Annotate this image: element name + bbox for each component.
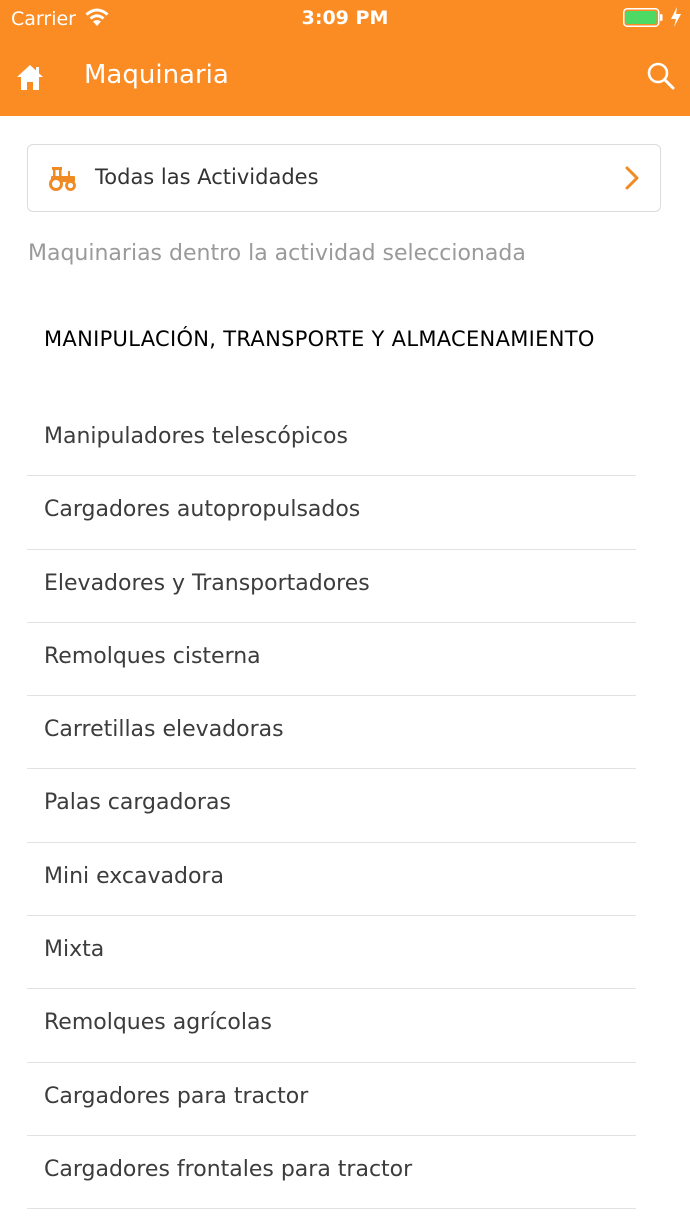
list-item-label: Cargadores para tractor bbox=[44, 1083, 309, 1109]
list-item-label: Palas cargadoras bbox=[44, 790, 231, 816]
list-item[interactable]: Cargadores frontales para tractor bbox=[27, 1136, 636, 1210]
list-item-label: Elevadores y Transportadores bbox=[44, 570, 370, 596]
chevron-right-icon bbox=[625, 166, 639, 190]
list-item[interactable]: Remolques cisterna bbox=[27, 623, 636, 697]
list-item-label: Cargadores frontales para tractor bbox=[44, 1156, 413, 1182]
status-bar: Carrier 3:09 PM bbox=[0, 0, 690, 38]
list-item-label: Mini excavadora bbox=[44, 863, 224, 889]
section-caption: Maquinarias dentro la actividad seleccio… bbox=[28, 241, 526, 266]
activity-filter-label: Todas las Actividades bbox=[95, 165, 319, 189]
battery-icon bbox=[623, 8, 663, 27]
app-header: Carrier 3:09 PM Maquinaria bbox=[0, 0, 690, 116]
list-item-label: Remolques cisterna bbox=[44, 643, 261, 669]
machinery-list: Manipuladores telescópicos Cargadores au… bbox=[27, 403, 636, 1210]
page-title: Maquinaria bbox=[84, 60, 229, 90]
list-item-label: Mixta bbox=[44, 937, 105, 963]
list-item-label: Carretillas elevadoras bbox=[44, 717, 284, 743]
list-item[interactable]: Palas cargadoras bbox=[27, 769, 636, 843]
navbar: Maquinaria bbox=[0, 40, 690, 116]
list-item[interactable]: Manipuladores telescópicos bbox=[27, 403, 636, 477]
list-item[interactable]: Remolques agrícolas bbox=[27, 989, 636, 1063]
list-item-label: Manipuladores telescópicos bbox=[44, 424, 348, 449]
list-item[interactable]: Mixta bbox=[27, 916, 636, 990]
search-icon[interactable] bbox=[645, 60, 677, 92]
list-item[interactable]: Cargadores para tractor bbox=[27, 1063, 636, 1136]
list-item-label: Remolques agrícolas bbox=[44, 1010, 272, 1036]
list-item-label: Cargadores autopropulsados bbox=[44, 497, 361, 523]
status-time: 3:09 PM bbox=[301, 7, 389, 29]
list-item[interactable]: Mini excavadora bbox=[27, 843, 636, 917]
charging-bolt-icon bbox=[671, 7, 681, 27]
list-item[interactable]: Carretillas elevadoras bbox=[27, 696, 636, 770]
category-title: MANIPULACIÓN, TRANSPORTE Y ALMACENAMIENT… bbox=[44, 327, 595, 351]
list-item[interactable]: Elevadores y Transportadores bbox=[27, 550, 636, 623]
tractor-icon bbox=[49, 167, 76, 191]
home-icon[interactable] bbox=[14, 62, 46, 92]
activity-filter-button[interactable]: Todas las Actividades bbox=[27, 144, 661, 212]
list-item[interactable]: Cargadores autopropulsados bbox=[27, 476, 636, 550]
